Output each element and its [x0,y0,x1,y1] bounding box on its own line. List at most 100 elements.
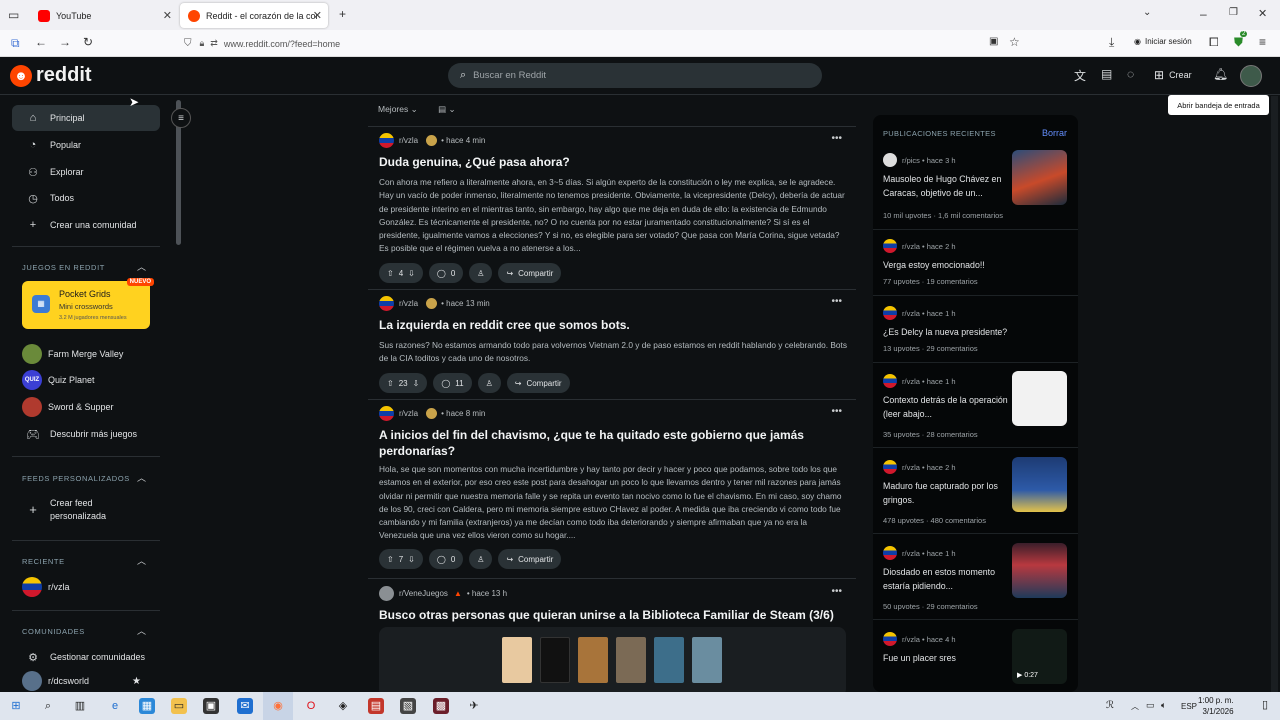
chevron-up-icon[interactable]: ︿ [137,624,146,637]
app-icon[interactable]: ✈ [466,698,482,714]
downvote-icon[interactable]: ⇩ [408,555,415,564]
chevron-up-icon[interactable]: ︿ [137,471,146,484]
recent-post-item[interactable]: r/pics • hace 3 h Mausoleo de Hugo Cháve… [873,150,1078,230]
language-indicator[interactable]: ESP [1181,702,1197,711]
recent-post-item[interactable]: r/vzla • hace 2 h Maduro fue capturado p… [873,457,1078,534]
view-toggle[interactable]: ▤ ⌄ [438,104,456,114]
edge-icon[interactable]: e [107,698,123,714]
recent-post-thumbnail[interactable] [1012,543,1067,598]
app-icon[interactable]: ▣ [203,698,219,714]
downvote-icon[interactable]: ⇩ [413,379,420,388]
opera-icon[interactable]: O [303,698,319,714]
award-button[interactable]: ♙ [469,263,493,283]
maximize-icon[interactable]: ❐ [1229,7,1238,18]
sidebar-toggle-icon[interactable]: ⧉ [11,36,20,51]
app-icon[interactable]: ▧ [400,698,416,714]
task-view-icon[interactable]: ▥ [72,698,88,714]
recent-post-title[interactable]: Fue un placer sres [883,652,1008,666]
sidebar-item-popular[interactable]: ◔ Popular [12,132,160,158]
recent-post-item[interactable]: r/vzla • hace 2 h Verga estoy emocionado… [873,239,1078,299]
sidebar-item-dcsworld[interactable]: r/dcsworld ★ [12,670,160,692]
star-icon[interactable]: ★ [132,676,141,687]
subreddit-link[interactable]: r/vzla [399,409,418,418]
post-card[interactable]: r/vzla • hace 4 min ••• Duda genuina, ¿Q… [368,132,856,292]
close-tab-icon[interactable]: ✕ [313,9,322,22]
sidebar-item-farm-merge-valley[interactable]: Farm Merge Valley [12,341,160,367]
new-tab-icon[interactable]: + [339,7,346,21]
subreddit-link[interactable]: r/VeneJuegos [399,589,448,598]
recent-post-title[interactable]: Mausoleo de Hugo Chávez en Caracas, obje… [883,173,1008,200]
recent-post-item[interactable]: r/vzla • hace 4 h Fue un placer sres ▶ 0… [873,629,1078,692]
recent-post-title[interactable]: Verga estoy emocionado!! [883,259,1008,273]
recent-post-item[interactable]: r/vzla • hace 1 h ¿Es Delcy la nueva pre… [873,306,1078,366]
vpn-shield-icon[interactable]: ⛊ [1234,35,1243,50]
people-icon[interactable]: ℛ [1106,700,1114,711]
post-card[interactable]: r/vzla • hace 13 min ••• La izquierda en… [368,295,856,395]
post-body[interactable]: Con ahora me refiero a literalmente ahor… [379,176,847,256]
windows-start-icon[interactable]: ⊞ [8,698,24,714]
subreddit-link[interactable]: r/vzla [399,136,418,145]
create-post-button[interactable]: ⊞ Crear [1154,68,1192,82]
notifications-icon[interactable]: ▯ [1262,698,1268,711]
more-options-icon[interactable]: ••• [831,296,842,307]
more-options-icon[interactable]: ••• [831,133,842,144]
recent-post-title[interactable]: Maduro fue capturado por los gringos. [883,480,1008,507]
app-menu-icon[interactable]: ≡ [1259,35,1266,49]
clear-recent-button[interactable]: Borrar [1042,128,1067,138]
list-all-tabs-icon[interactable]: ⌄ [1143,7,1151,18]
recent-post-thumbnail[interactable] [1012,371,1067,426]
file-explorer-icon[interactable]: ▭ [171,698,187,714]
recent-post-thumbnail[interactable] [1012,457,1067,512]
recent-post-thumbnail[interactable]: ▶ 0:27 [1012,629,1067,684]
chevron-up-icon[interactable]: ︿ [137,260,146,273]
forward-icon[interactable]: → [59,35,71,49]
bell-icon[interactable]: 🔔︎ [1213,67,1228,81]
tab-list-icon[interactable]: ▭ [8,8,19,22]
recent-post-title[interactable]: Diosdado en estos momento estaría pidien… [883,566,1008,593]
reader-view-icon[interactable]: ▣ [989,36,998,47]
translate-icon[interactable]: 文 [1074,67,1086,84]
share-button[interactable]: ↪ Compartir [498,263,562,283]
taskbar-clock[interactable]: 1:00 p. m. 3/1/2026 [1198,695,1234,717]
sidebar-item-crear-comunidad[interactable]: + Crear una comunidad [12,212,160,238]
chevron-up-icon[interactable]: ︿ [137,554,146,567]
advertise-icon[interactable]: ▤ [1101,67,1112,81]
volume-icon[interactable]: 🔈︎ [1161,700,1166,711]
mail-icon[interactable]: ✉ [237,698,253,714]
more-options-icon[interactable]: ••• [831,586,842,597]
post-title[interactable]: La izquierda en reddit cree que somos bo… [379,317,849,333]
user-avatar[interactable] [1240,65,1262,87]
sidebar-item-sword-supper[interactable]: Sword & Supper [12,394,160,420]
downloads-icon[interactable]: ⤓ [1109,35,1114,50]
sort-dropdown[interactable]: Mejores ⌄ [378,104,418,114]
downvote-icon[interactable]: ⇩ [408,269,415,278]
post-title[interactable]: Busco otras personas que quieran unirse … [379,607,849,623]
upvote-icon[interactable]: ⇧ [387,269,394,278]
tab-youtube[interactable]: YouTube ✕ [30,3,178,28]
comments-button[interactable]: ◯ 11 [433,373,472,393]
extensions-icon[interactable]: ⧠ [1209,35,1219,50]
sidebar-item-todos[interactable]: ◷ Todos [12,185,160,211]
signin-button[interactable]: ◉ Iniciar sesión [1134,37,1192,46]
recent-post-item[interactable]: r/vzla • hace 1 h Contexto detrás de la … [873,371,1078,448]
subreddit-link[interactable]: r/vzla [399,299,418,308]
comments-button[interactable]: ◯ 0 [428,549,464,569]
featured-game-card[interactable]: ▦ Pocket Grids Mini crosswords 3.2 M jug… [22,278,154,329]
chat-icon[interactable]: ◌ [1127,67,1134,81]
post-image[interactable] [379,627,846,692]
close-window-icon[interactable]: ✕ [1258,7,1267,20]
search-input[interactable]: ⌕ Buscar en Reddit [448,63,822,88]
comments-button[interactable]: ◯ 0 [428,263,464,283]
more-options-icon[interactable]: ••• [831,406,842,417]
award-button[interactable]: ♙ [469,549,493,569]
minimize-icon[interactable]: – [1200,7,1207,21]
bookmark-star-icon[interactable]: ☆ [1009,35,1020,49]
reddit-logo[interactable]: ☻ reddit [10,64,92,87]
close-tab-icon[interactable]: ✕ [163,9,172,22]
sidebar-item-quiz-planet[interactable]: QUIZ Quiz Planet [12,367,160,393]
share-button[interactable]: ↪ Compartir [498,549,562,569]
sidebar-item-create-feed[interactable]: + Crear feed personalizada [12,497,160,525]
sidebar-item-explorar[interactable]: ⚇ Explorar [12,159,160,185]
app-icon[interactable]: ▤ [368,698,384,714]
tray-chevron-icon[interactable]: ︿ [1131,701,1139,712]
